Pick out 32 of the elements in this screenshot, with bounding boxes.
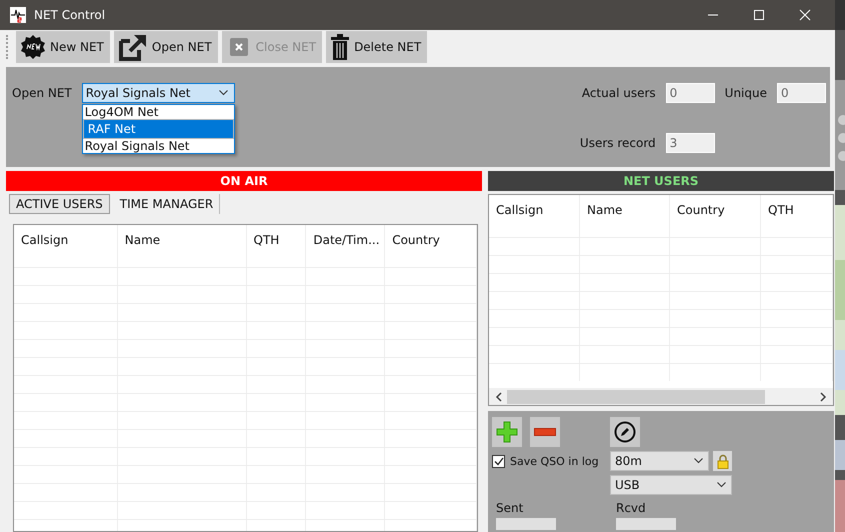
column-header[interactable]: Callsign <box>14 225 118 267</box>
on-air-banner: ON AIR <box>6 171 482 191</box>
dropdown-option[interactable]: RAF Net <box>82 119 234 139</box>
column-header[interactable]: Callsign <box>489 195 580 237</box>
stat-field: 3 <box>666 133 715 153</box>
open-net-label: Open NET <box>12 85 72 102</box>
net-users-banner: NET USERS <box>488 171 834 191</box>
column-header[interactable]: Name <box>580 195 670 237</box>
column-header[interactable]: Name <box>118 225 246 267</box>
net-dropdown[interactable]: Royal Signals Net <box>82 83 235 103</box>
stat-label: Users record <box>578 136 656 150</box>
column-header[interactable]: Date/Tim... <box>306 225 386 267</box>
column-header[interactable]: QTH <box>761 195 833 237</box>
band-dropdown[interactable]: 80m <box>610 451 709 471</box>
stat-field: 0 <box>666 83 715 103</box>
dropdown-option[interactable]: Royal Signals Net <box>82 139 234 153</box>
mode-dropdown[interactable]: USB <box>610 475 732 495</box>
column-header[interactable]: Country <box>385 225 477 267</box>
stat-label: Unique <box>724 86 767 100</box>
tab[interactable]: ACTIVE USERS <box>9 194 110 214</box>
toolbar-button[interactable]: Delete NET <box>326 31 428 63</box>
column-header[interactable]: Country <box>670 195 761 237</box>
window-title: NET Control <box>34 8 106 22</box>
dropdown-option[interactable]: Log4OM Net <box>82 105 234 119</box>
save-qso-checkbox[interactable]: Save QSO in log <box>492 454 606 468</box>
rcvd-label: Rcvd <box>616 501 647 515</box>
column-header[interactable]: QTH <box>246 225 306 267</box>
toolbar-button[interactable]: Open NET <box>114 31 218 63</box>
toolbar-button[interactable]: New NET <box>16 31 110 63</box>
stat-label: Actual users <box>580 86 656 100</box>
sent-label: Sent <box>496 501 524 515</box>
stat-field: 0 <box>777 83 826 103</box>
